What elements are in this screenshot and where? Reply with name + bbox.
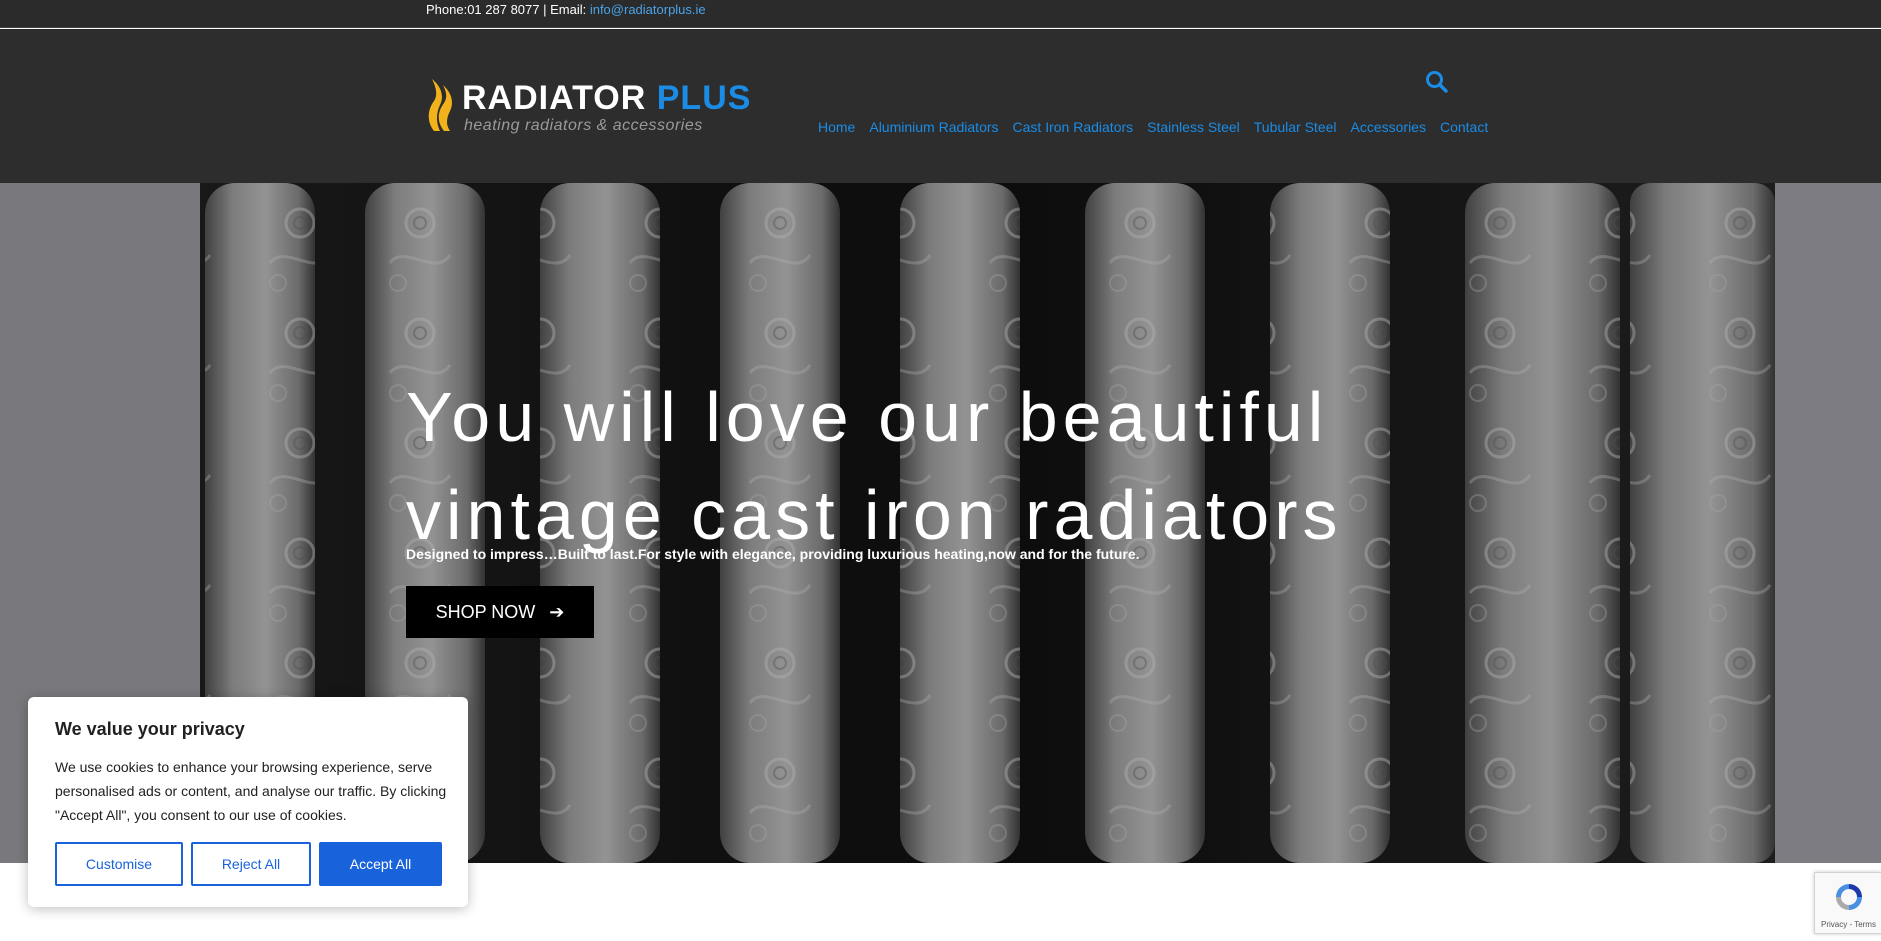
cookie-consent-banner: We value your privacy We use cookies to … xyxy=(28,697,468,907)
hero-title: You will love our beautiful vintage cast… xyxy=(406,378,1343,554)
flame-icon xyxy=(428,79,452,131)
cookie-title: We value your privacy xyxy=(55,719,245,739)
email-link[interactable]: info@radiatorplus.ie xyxy=(590,2,706,17)
shop-now-button[interactable]: SHOP NOW ➔ xyxy=(406,586,594,638)
hero-subtitle: Designed to impress…Built to last.For st… xyxy=(406,546,1140,562)
cookie-body: We use cookies to enhance your browsing … xyxy=(55,759,447,823)
nav-cast-iron-radiators[interactable]: Cast Iron Radiators xyxy=(1013,119,1134,135)
main-nav: Home Aluminium Radiators Cast Iron Radia… xyxy=(818,119,1488,135)
nav-accessories[interactable]: Accessories xyxy=(1351,119,1426,135)
recaptcha-badge[interactable]: Privacy - Terms xyxy=(1814,872,1881,934)
nav-contact[interactable]: Contact xyxy=(1440,119,1488,135)
customise-button[interactable]: Customise xyxy=(55,842,183,886)
shop-now-label: SHOP NOW xyxy=(435,601,536,622)
logo-tagline: heating radiators & accessories xyxy=(464,117,703,134)
contact-info: Phone:01 287 8077 | Email: info@radiator… xyxy=(426,3,706,17)
accept-all-button[interactable]: Accept All xyxy=(319,842,442,886)
reject-all-button[interactable]: Reject All xyxy=(191,842,311,886)
site-logo[interactable]: RADIATOR PLUS heating radiators & access… xyxy=(424,77,750,139)
nav-tubular-steel[interactable]: Tubular Steel xyxy=(1254,119,1337,135)
nav-aluminium-radiators[interactable]: Aluminium Radiators xyxy=(869,119,998,135)
recaptcha-icon xyxy=(1836,884,1862,910)
phone-text: Phone:01 287 8077 | Email: xyxy=(426,2,590,17)
search-icon[interactable] xyxy=(1424,69,1450,95)
cookie-buttons: Customise Reject All Accept All xyxy=(55,842,442,886)
nav-stainless-steel[interactable]: Stainless Steel xyxy=(1147,119,1240,135)
recaptcha-footer-text[interactable]: Privacy - Terms xyxy=(1821,920,1876,929)
top-contact-bar: Phone:01 287 8077 | Email: info@radiator… xyxy=(0,0,1881,28)
logo-wordmark: RADIATOR PLUS xyxy=(462,79,752,117)
site-header: RADIATOR PLUS heating radiators & access… xyxy=(0,29,1881,183)
arrow-right-icon: ➔ xyxy=(549,601,565,622)
nav-home[interactable]: Home xyxy=(818,119,855,135)
